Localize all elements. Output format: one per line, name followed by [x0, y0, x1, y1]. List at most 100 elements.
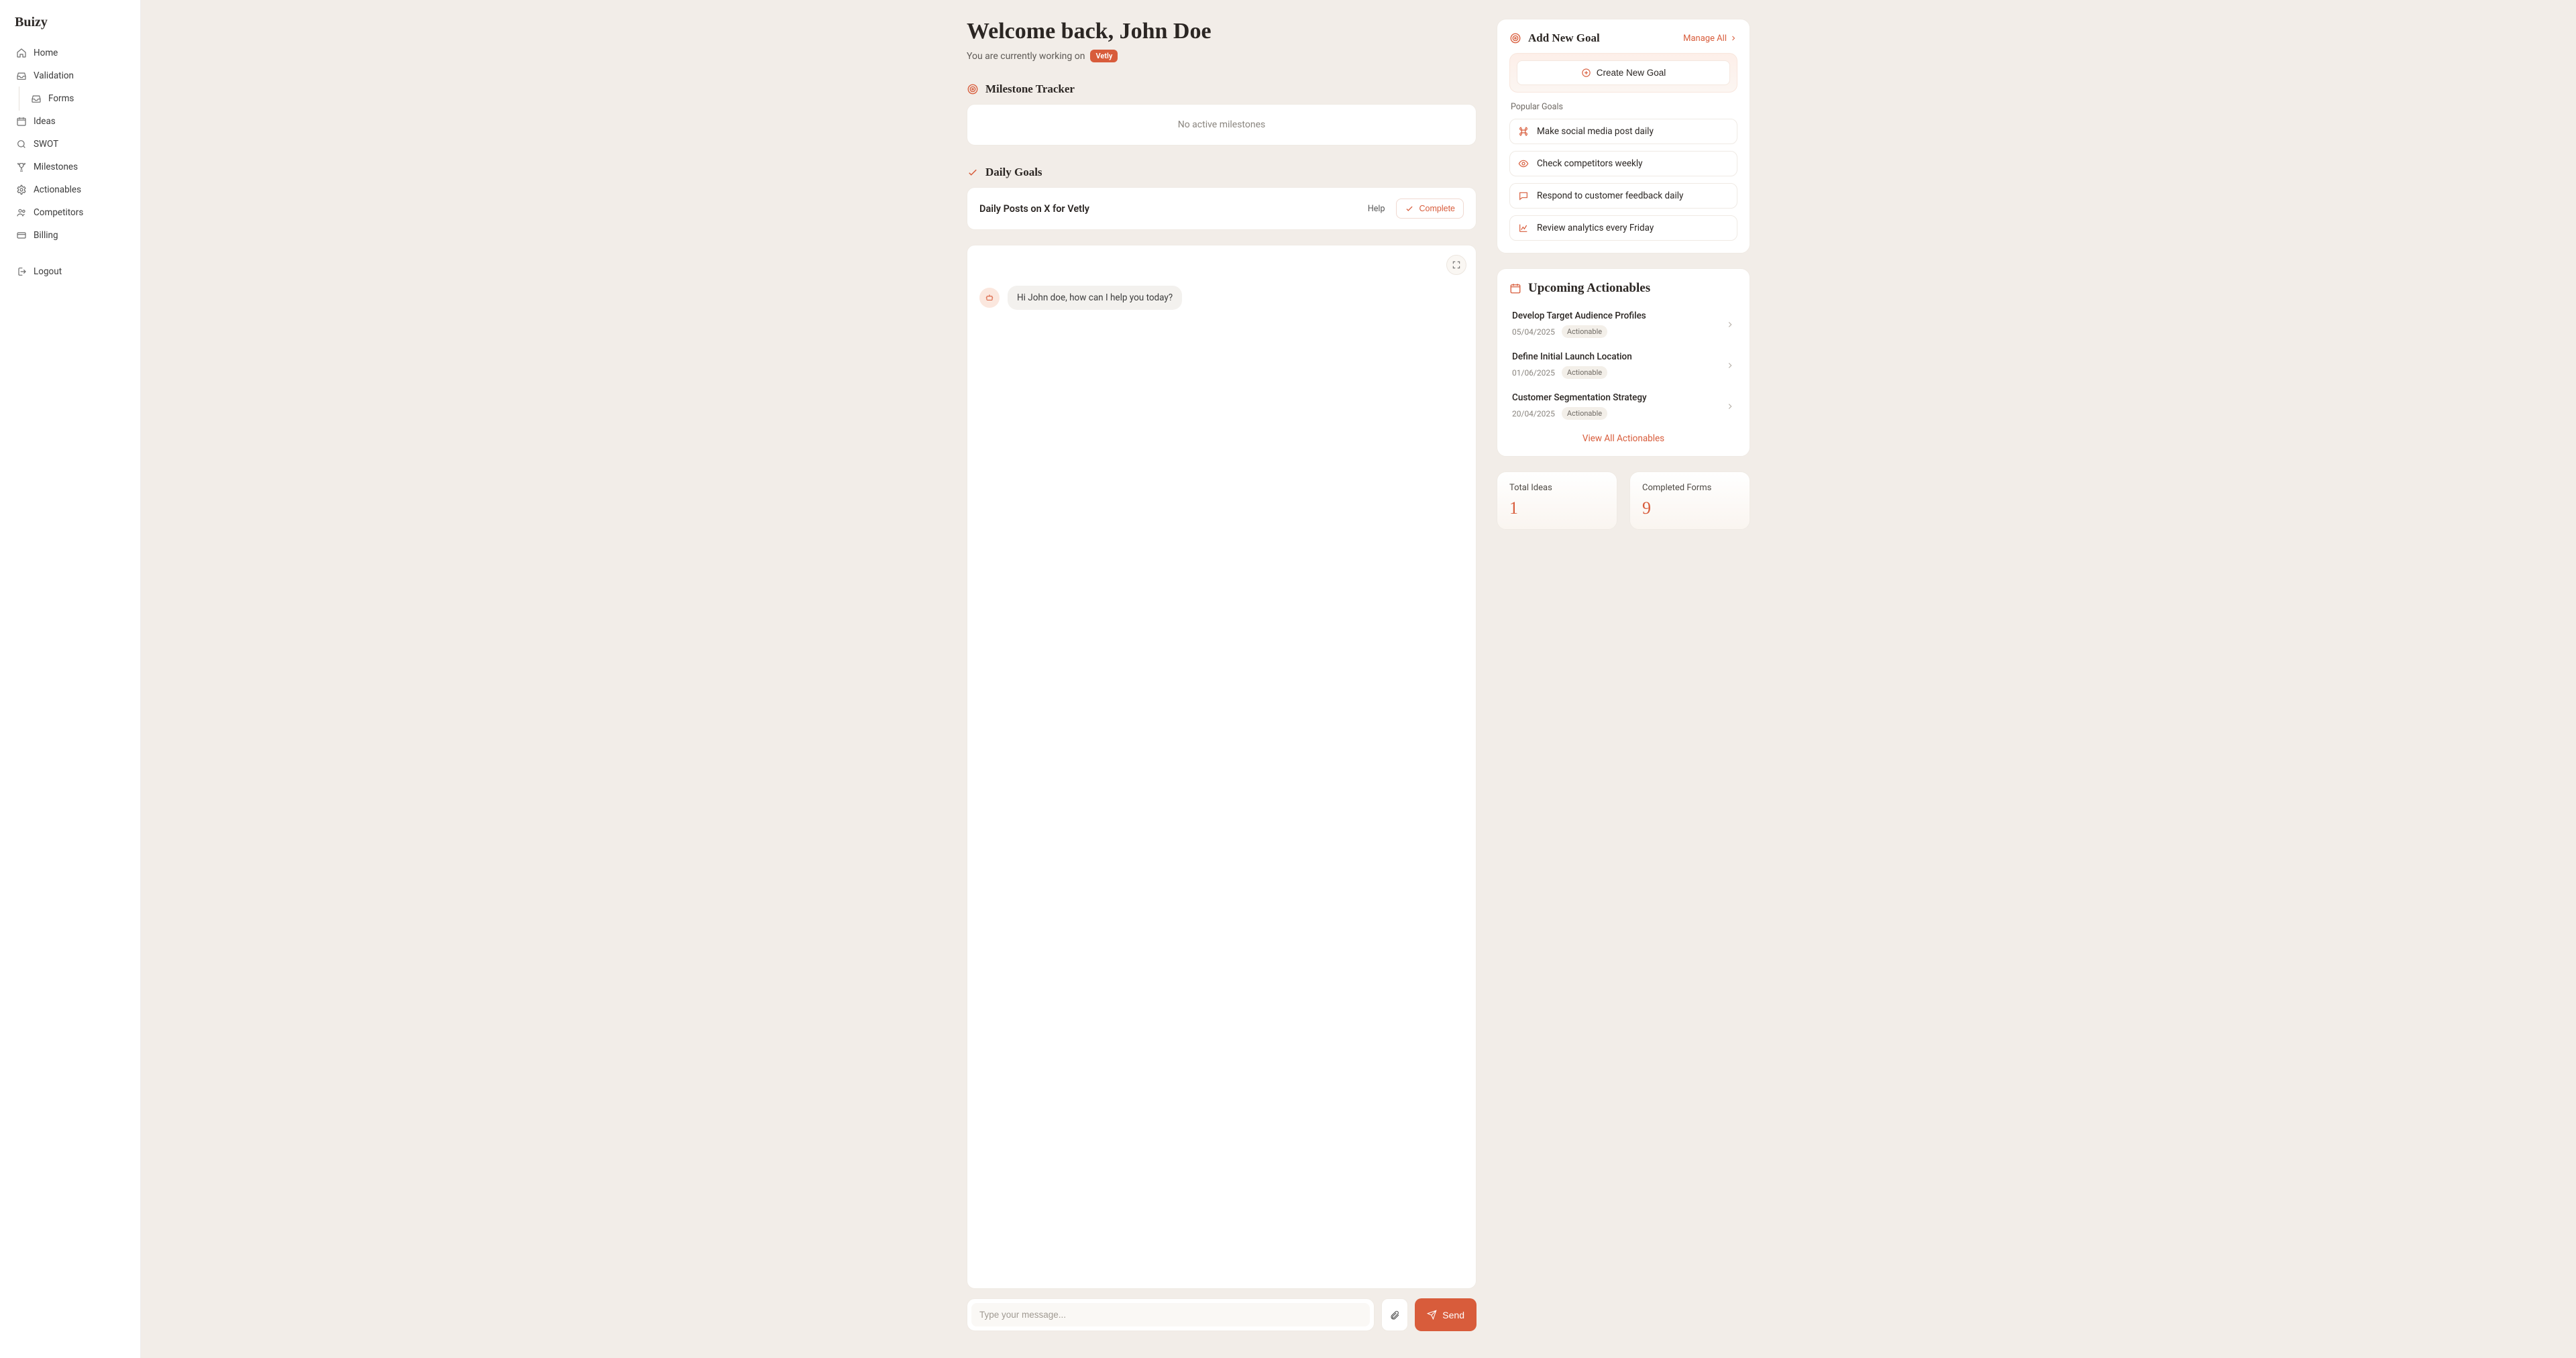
trophy-icon: [16, 162, 27, 172]
create-goal-wrap: Create New Goal: [1509, 53, 1737, 93]
manage-label: Manage All: [1683, 34, 1727, 44]
project-subline: You are currently working on Vetly: [967, 50, 1477, 62]
nav-swot[interactable]: SWOT: [9, 133, 131, 155]
milestone-empty-card: No active milestones: [967, 104, 1477, 146]
milestone-empty-text: No active milestones: [1178, 119, 1266, 130]
analytics-icon: [1518, 223, 1529, 233]
popular-goal-label: Review analytics every Friday: [1537, 223, 1654, 233]
actionable-badge: Actionable: [1562, 407, 1607, 420]
gear-icon: [16, 184, 27, 195]
left-column: Welcome back, John Doe You are currently…: [967, 19, 1477, 1331]
chevron-right-icon: [1725, 402, 1735, 411]
stat-total-ideas[interactable]: Total Ideas 1: [1497, 471, 1617, 530]
panel-head: Upcoming Actionables: [1509, 281, 1737, 296]
nav-ideas[interactable]: Ideas: [9, 111, 131, 132]
stat-label: Total Ideas: [1509, 483, 1605, 493]
view-all-actionables-link[interactable]: View All Actionables: [1509, 433, 1737, 444]
manage-all-link[interactable]: Manage All: [1683, 34, 1737, 44]
actionable-title: Develop Target Audience Profiles: [1512, 310, 1646, 321]
target-icon: [1509, 32, 1521, 44]
goal-title: Daily Posts on X for Vetly: [979, 203, 1089, 215]
chat-bubble: Hi John doe, how can I help you today?: [1008, 286, 1182, 310]
complete-label: Complete: [1419, 204, 1456, 213]
chevron-right-icon: [1729, 34, 1737, 42]
popular-goal-label: Make social media post daily: [1537, 126, 1654, 137]
daily-goal-card: Daily Posts on X for Vetly Help Complete: [967, 187, 1477, 230]
project-badge[interactable]: Vetly: [1090, 50, 1118, 62]
bot-icon: [985, 293, 994, 302]
popular-goal-item[interactable]: Review analytics every Friday: [1509, 215, 1737, 241]
chat-card: Hi John doe, how can I help you today?: [967, 245, 1477, 1289]
goal-actions: Help Complete: [1368, 199, 1464, 219]
actionable-row[interactable]: Customer Segmentation Strategy 20/04/202…: [1509, 386, 1737, 427]
search-icon: [16, 139, 27, 150]
send-label: Send: [1442, 1310, 1464, 1320]
upcoming-actionables-panel: Upcoming Actionables Develop Target Audi…: [1497, 268, 1750, 457]
nav-validation[interactable]: Validation: [9, 65, 131, 87]
main: Welcome back, John Doe You are currently…: [788, 0, 1929, 1358]
paperclip-icon: [1389, 1310, 1400, 1320]
nav-label: Forms: [48, 93, 74, 104]
expand-button[interactable]: [1446, 255, 1466, 275]
inbox-icon: [16, 70, 27, 81]
nav-logout[interactable]: Logout: [9, 261, 131, 282]
actionable-title: Define Initial Launch Location: [1512, 351, 1632, 362]
welcome-title: Welcome back, John Doe: [967, 19, 1477, 44]
actionable-badge: Actionable: [1562, 366, 1607, 379]
stat-completed-forms[interactable]: Completed Forms 9: [1629, 471, 1750, 530]
target-icon: [967, 83, 979, 95]
popular-goals-label: Popular Goals: [1511, 102, 1737, 112]
popular-goal-label: Check competitors weekly: [1537, 158, 1643, 169]
add-goal-panel: Add New Goal Manage All Create New Goal …: [1497, 19, 1750, 253]
chat-input[interactable]: [971, 1303, 1370, 1326]
message-icon: [1518, 190, 1529, 201]
attach-button[interactable]: [1381, 1298, 1408, 1331]
goals-section-title: Daily Goals: [985, 166, 1042, 179]
milestone-section-head: Milestone Tracker: [967, 82, 1477, 96]
chat-message-row: Hi John doe, how can I help you today?: [979, 286, 1464, 310]
nav-home[interactable]: Home: [9, 42, 131, 64]
chevron-right-icon: [1725, 361, 1735, 370]
send-button[interactable]: Send: [1415, 1298, 1477, 1331]
nav: Home Validation Forms Ideas SWOT Milesto…: [9, 42, 131, 282]
stat-value: 9: [1642, 498, 1737, 518]
eye-icon: [1518, 158, 1529, 169]
goals-section-head: Daily Goals: [967, 166, 1477, 179]
panel-head: Add New Goal Manage All: [1509, 32, 1737, 45]
chat-input-row: Send: [967, 1298, 1477, 1331]
nav-actionables[interactable]: Actionables: [9, 179, 131, 201]
milestone-section-title: Milestone Tracker: [985, 82, 1075, 96]
create-goal-label: Create New Goal: [1597, 68, 1666, 78]
panel-title: Add New Goal: [1528, 32, 1600, 45]
actionable-row[interactable]: Develop Target Audience Profiles 05/04/2…: [1509, 304, 1737, 345]
nav-forms[interactable]: Forms: [24, 88, 131, 109]
nav-label: Ideas: [34, 116, 56, 127]
chat-input-wrap: [967, 1298, 1375, 1331]
maximize-icon: [1452, 260, 1461, 270]
stats-row: Total Ideas 1 Completed Forms 9: [1497, 471, 1750, 530]
right-column: Add New Goal Manage All Create New Goal …: [1497, 19, 1750, 1331]
plus-circle-icon: [1581, 68, 1591, 78]
help-link[interactable]: Help: [1368, 204, 1385, 214]
stat-label: Completed Forms: [1642, 483, 1737, 493]
panel-title: Upcoming Actionables: [1528, 281, 1650, 296]
nav-label: Milestones: [34, 162, 78, 172]
complete-button[interactable]: Complete: [1396, 199, 1464, 219]
chat-panel: Hi John doe, how can I help you today? S…: [967, 245, 1477, 1331]
actionable-date: 20/04/2025: [1512, 409, 1555, 418]
bot-avatar: [979, 288, 1000, 308]
nav-competitors[interactable]: Competitors: [9, 202, 131, 223]
popular-goal-label: Respond to customer feedback daily: [1537, 190, 1683, 201]
actionable-row[interactable]: Define Initial Launch Location 01/06/202…: [1509, 345, 1737, 386]
nav-label: Validation: [34, 70, 74, 81]
create-goal-button[interactable]: Create New Goal: [1517, 60, 1730, 85]
nav-milestones[interactable]: Milestones: [9, 156, 131, 178]
nav-label: SWOT: [34, 139, 58, 150]
popular-goal-item[interactable]: Make social media post daily: [1509, 119, 1737, 144]
inbox-icon: [31, 93, 42, 104]
popular-goal-item[interactable]: Check competitors weekly: [1509, 151, 1737, 176]
popular-goal-item[interactable]: Respond to customer feedback daily: [1509, 183, 1737, 209]
logout-icon: [16, 266, 27, 277]
nav-billing[interactable]: Billing: [9, 225, 131, 246]
stat-value: 1: [1509, 498, 1605, 518]
